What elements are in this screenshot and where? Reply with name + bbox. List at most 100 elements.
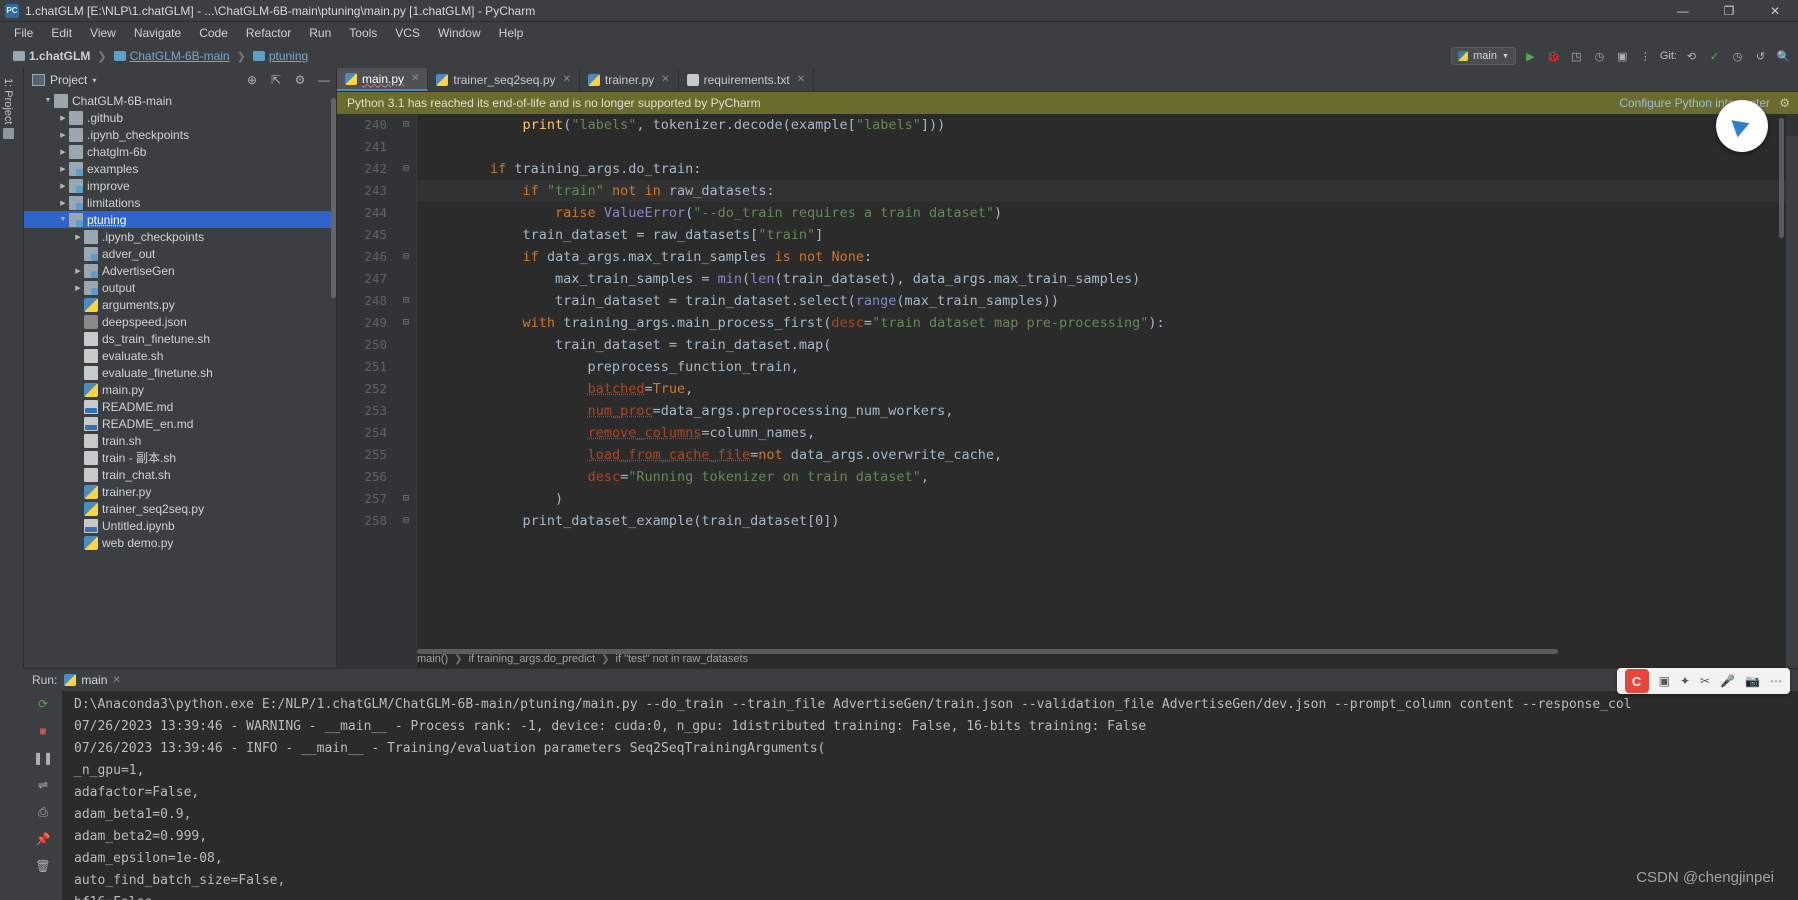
pause-icon[interactable]: ❚❚ — [33, 749, 53, 767]
chevron-right-icon[interactable]: ▶ — [57, 114, 69, 122]
more-icon[interactable]: ⋯ — [1770, 674, 1782, 688]
menu-code[interactable]: Code — [191, 24, 236, 42]
stop-icon[interactable]: ▣ — [1614, 48, 1631, 65]
tree-row[interactable]: train - 副本.sh — [24, 449, 336, 466]
menu-tools[interactable]: Tools — [341, 24, 385, 42]
run-console-output[interactable]: D:\Anaconda3\python.exe E:/NLP/1.chatGLM… — [62, 691, 1798, 900]
tree-row[interactable]: evaluate_finetune.sh — [24, 364, 336, 381]
chevron-right-icon[interactable]: ▶ — [72, 233, 84, 241]
coverage-icon[interactable]: ◳ — [1568, 48, 1585, 65]
gear-icon[interactable]: ⚙ — [1779, 96, 1790, 110]
breadcrumb-chatglm[interactable]: ChatGLM-6B-main — [109, 48, 235, 64]
minimize-button[interactable]: — — [1660, 0, 1706, 22]
tree-row[interactable]: trainer_seq2seq.py — [24, 500, 336, 517]
close-icon[interactable]: ✕ — [563, 74, 571, 85]
vcs-history-icon[interactable]: ◷ — [1729, 48, 1746, 65]
pin-icon[interactable]: 📌 — [33, 830, 53, 848]
fold-marker-icon[interactable]: ⊟ — [395, 510, 417, 532]
tree-row[interactable]: adver_out — [24, 245, 336, 262]
chevron-right-icon[interactable]: ▶ — [57, 182, 69, 190]
vcs-commit-icon[interactable]: ✓ — [1706, 48, 1723, 65]
collapse-all-icon[interactable]: ⇱ — [268, 72, 284, 88]
hide-icon[interactable]: — — [316, 72, 332, 88]
tree-row[interactable]: ▶ .ipynb_checkpoints — [24, 228, 336, 245]
camera-icon[interactable]: 📷 — [1745, 674, 1760, 688]
chevron-right-icon[interactable]: ▶ — [57, 165, 69, 173]
tree-row[interactable]: ▶ .github — [24, 109, 336, 126]
magic-icon[interactable]: ✦ — [1680, 674, 1690, 688]
print-icon[interactable]: ⎙ — [33, 803, 53, 821]
fold-marker-icon[interactable]: ⊟ — [395, 246, 417, 268]
tree-row[interactable]: README_en.md — [24, 415, 336, 432]
profile-icon[interactable]: ◷ — [1591, 48, 1608, 65]
rerun-icon[interactable]: ⟳ — [33, 695, 53, 713]
tree-row[interactable]: ▶ improve — [24, 177, 336, 194]
fold-marker-icon[interactable]: ⊟ — [395, 290, 417, 312]
close-icon[interactable]: ✕ — [112, 675, 120, 686]
close-icon[interactable]: ✕ — [797, 74, 805, 85]
breadcrumb-project[interactable]: 1.chatGLM — [8, 48, 95, 64]
mic-icon[interactable]: 🎤 — [1720, 674, 1735, 688]
wrap-text-icon[interactable]: ⇌ — [33, 776, 53, 794]
close-button[interactable]: ✕ — [1752, 0, 1798, 22]
tree-row[interactable]: trainer.py — [24, 483, 336, 500]
tree-row[interactable]: ▶ output — [24, 279, 336, 296]
editor-tab-main-py[interactable]: main.py ✕ — [337, 68, 429, 91]
tree-row[interactable]: train_chat.sh — [24, 466, 336, 483]
tree-row[interactable]: ▼ ptuning — [24, 211, 336, 228]
tree-row[interactable]: arguments.py — [24, 296, 336, 313]
vcs-update-icon[interactable]: ⟲ — [1683, 48, 1700, 65]
run-icon[interactable]: ▶ — [1522, 48, 1539, 65]
menu-help[interactable]: Help — [491, 24, 532, 42]
menu-refactor[interactable]: Refactor — [238, 24, 299, 42]
chevron-right-icon[interactable]: ▶ — [57, 148, 69, 156]
breadcrumb-ptuning[interactable]: ptuning — [248, 48, 313, 64]
tree-row[interactable]: Untitled.ipynb — [24, 517, 336, 534]
screenshot-icon[interactable]: ▣ — [1659, 674, 1670, 688]
menu-file[interactable]: File — [6, 24, 41, 42]
fold-marker-icon[interactable]: ⊟ — [395, 312, 417, 334]
fold-marker-icon[interactable]: ⊟ — [395, 114, 417, 136]
chevron-down-icon[interactable]: ▼ — [57, 216, 69, 223]
editor-tab-trainer-py[interactable]: trainer.py ✕ — [580, 68, 679, 91]
breadcrumb-if-do-predict[interactable]: if training_args.do_predict — [469, 653, 596, 665]
stop-icon[interactable]: ■ — [33, 722, 53, 740]
fold-marker-icon[interactable]: ⊟ — [395, 158, 417, 180]
chevron-right-icon[interactable]: ▶ — [57, 131, 69, 139]
fold-marker-icon[interactable]: ⊟ — [395, 488, 417, 510]
close-icon[interactable]: ✕ — [411, 73, 419, 84]
chevron-right-icon[interactable]: ▶ — [57, 199, 69, 207]
more-run-icon[interactable]: ⋮ — [1637, 48, 1654, 65]
scissors-icon[interactable]: ✂ — [1700, 674, 1710, 688]
editor-tab-trainer-seq2seq-py[interactable]: trainer_seq2seq.py ✕ — [428, 68, 580, 91]
tree-row[interactable]: ▶ AdvertiseGen — [24, 262, 336, 279]
tree-row[interactable]: ▼ ChatGLM-6B-main — [24, 92, 336, 109]
tree-row[interactable]: ▶ .ipynb_checkpoints — [24, 126, 336, 143]
project-tree-scrollbar[interactable] — [331, 98, 336, 298]
menu-navigate[interactable]: Navigate — [126, 24, 189, 42]
close-icon[interactable]: ✕ — [661, 74, 669, 85]
menu-vcs[interactable]: VCS — [387, 24, 428, 42]
debug-icon[interactable]: 🐞 — [1545, 48, 1562, 65]
chevron-right-icon[interactable]: ▶ — [72, 284, 84, 292]
tree-row[interactable]: train.sh — [24, 432, 336, 449]
settings-icon[interactable]: ⚙ — [292, 72, 308, 88]
vcs-rollback-icon[interactable]: ↺ — [1752, 48, 1769, 65]
tree-row[interactable]: main.py — [24, 381, 336, 398]
menu-view[interactable]: View — [82, 24, 124, 42]
tree-row[interactable]: ▶ limitations — [24, 194, 336, 211]
floating-assistant-button[interactable] — [1716, 100, 1768, 152]
tree-row[interactable]: ▶ chatglm-6b — [24, 143, 336, 160]
menu-window[interactable]: Window — [430, 24, 489, 42]
run-configuration-selector[interactable]: main ▼ — [1451, 47, 1516, 65]
chevron-down-icon[interactable]: ▼ — [42, 97, 54, 104]
tree-row[interactable]: ▶ examples — [24, 160, 336, 177]
tree-row[interactable]: web demo.py — [24, 534, 336, 551]
tree-row[interactable]: ds_train_finetune.sh — [24, 330, 336, 347]
locate-icon[interactable]: ⊕ — [244, 72, 260, 88]
tree-row[interactable]: deepspeed.json — [24, 313, 336, 330]
menu-edit[interactable]: Edit — [43, 24, 80, 42]
editor-vertical-scrollbar[interactable] — [1779, 118, 1784, 238]
maximize-button[interactable]: ❐ — [1706, 0, 1752, 22]
chevron-down-icon[interactable]: ▾ — [92, 76, 96, 85]
